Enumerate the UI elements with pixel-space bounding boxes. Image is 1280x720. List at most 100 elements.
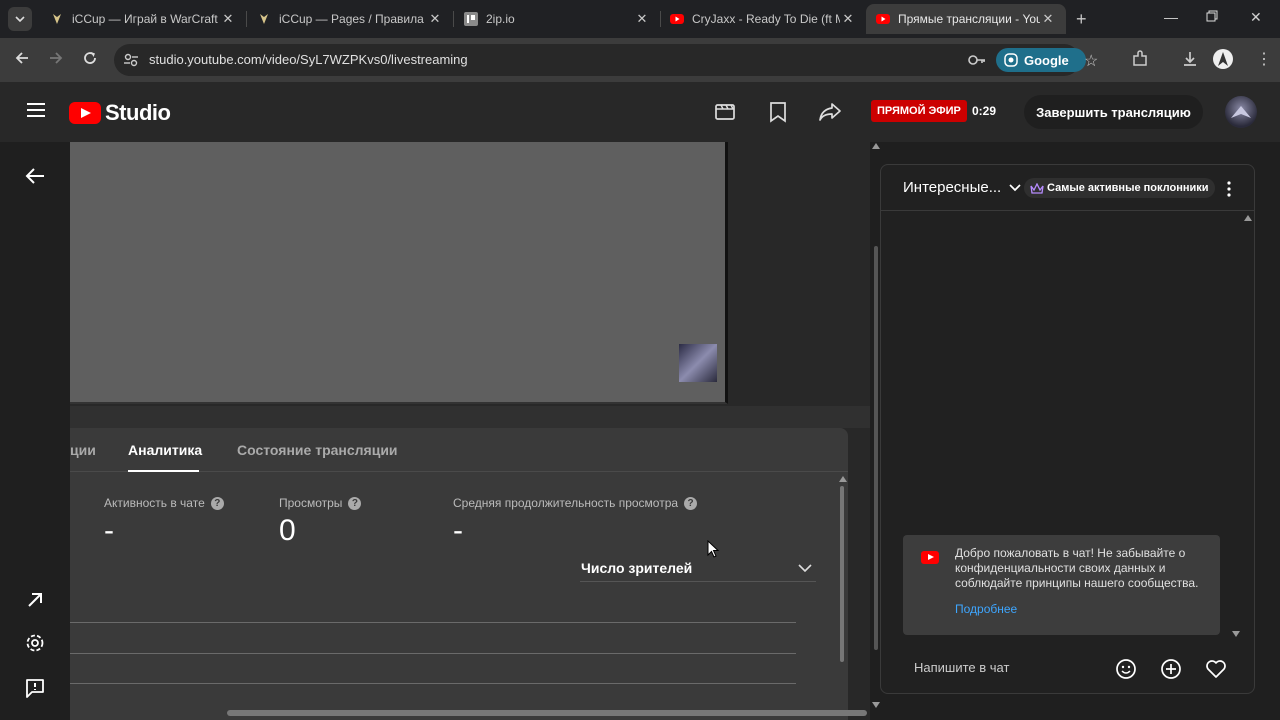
back-arrow-icon[interactable] <box>24 166 46 186</box>
preview-footer <box>70 406 870 428</box>
studio-logo[interactable]: Studio <box>69 100 171 126</box>
youtube-favicon-icon <box>670 14 684 24</box>
new-tab-button[interactable]: + <box>1076 9 1087 30</box>
settings-gear-icon[interactable] <box>24 632 46 654</box>
restore-icon <box>1206 10 1218 22</box>
feedback-icon[interactable] <box>24 677 46 699</box>
viewers-dropdown[interactable]: Число зрителей <box>580 554 816 582</box>
clapperboard-icon[interactable] <box>714 101 736 121</box>
tab-search-button[interactable] <box>8 7 32 31</box>
search-engine-label: Google <box>1024 52 1069 68</box>
panel-scrollbar[interactable] <box>840 486 844 662</box>
live-chat: Интересные... Самые активные поклонники … <box>880 164 1255 694</box>
iccup-favicon-icon <box>260 14 268 24</box>
add-circle-icon[interactable] <box>1160 658 1182 680</box>
chat-input[interactable]: Напишите в чат <box>914 660 1009 675</box>
2ip-favicon-icon <box>464 12 478 26</box>
browser-tab-iccup-2[interactable]: iCCup — Pages / Правила лиги ✕ <box>247 4 453 34</box>
browser-tab-iccup-1[interactable]: iCCup — Играй в WarCraft III ✕ <box>40 4 246 34</box>
main-content: ции Аналитика Состояние трансляции Актив… <box>70 142 870 720</box>
stream-preview[interactable] <box>70 142 728 404</box>
chevron-down-icon <box>798 563 812 572</box>
heart-icon[interactable] <box>1205 658 1227 680</box>
browser-menu-icon[interactable]: ⋮ <box>1256 49 1272 69</box>
profile-icon <box>1218 52 1228 66</box>
chat-scroll-down-arrow[interactable] <box>1232 631 1240 637</box>
tab-title: iCCup — Играй в WarCraft III <box>72 12 220 26</box>
main-scroll-up-arrow[interactable] <box>872 143 880 149</box>
help-icon[interactable]: ? <box>210 496 224 510</box>
browser-tab-cryjaxx[interactable]: CryJaxx - Ready To Die (ft M ✕ <box>660 4 866 34</box>
chevron-down-icon <box>15 16 25 22</box>
tab-settings[interactable]: ции <box>70 442 96 458</box>
restore-button[interactable] <box>1206 9 1218 25</box>
panel-tabs: ции Аналитика Состояние трансляции <box>70 428 848 472</box>
minimize-button[interactable]: — <box>1164 9 1178 25</box>
tab-analytics[interactable]: Аналитика <box>128 442 202 458</box>
close-icon[interactable]: ✕ <box>427 11 443 27</box>
help-icon[interactable]: ? <box>684 496 698 510</box>
live-badge: ПРЯМОЙ ЭФИР <box>871 100 967 122</box>
metric-chat-label: Активность в чате ? <box>104 496 224 510</box>
metric-label: Средняя продолжительность просмотра <box>453 496 679 510</box>
browser-tab-live[interactable]: Прямые трансляции - YouTube ✕ <box>866 4 1066 34</box>
close-icon[interactable]: ✕ <box>1040 11 1056 27</box>
forward-button[interactable] <box>48 50 64 71</box>
arrow-right-icon <box>50 52 63 64</box>
crown-icon <box>1030 182 1044 194</box>
analytics-panel: ции Аналитика Состояние трансляции Актив… <box>70 428 848 720</box>
chat-scroll-up-arrow[interactable] <box>1244 215 1252 221</box>
help-icon[interactable]: ? <box>348 496 362 510</box>
top-fans-badge[interactable]: Самые активные поклонники <box>1024 178 1215 198</box>
chat-mode-label: Интересные... <box>903 179 1002 196</box>
horizontal-scrollbar[interactable] <box>227 710 867 716</box>
fans-badge-label: Самые активные поклонники <box>1047 182 1209 194</box>
bookmark-star-icon[interactable]: ☆ <box>1084 51 1098 71</box>
close-window-button[interactable]: ✕ <box>1250 9 1262 26</box>
youtube-favicon-icon <box>876 14 890 24</box>
google-lens-chip[interactable]: Google <box>996 48 1086 72</box>
reload-button[interactable] <box>82 50 98 71</box>
chat-header: Интересные... Самые активные поклонники <box>881 165 1254 211</box>
chat-mode-selector[interactable]: Интересные... <box>903 179 1021 196</box>
scroll-up-arrow[interactable] <box>839 476 847 482</box>
channel-avatar[interactable] <box>1225 96 1257 128</box>
download-icon[interactable] <box>1181 50 1199 68</box>
pop-out-icon[interactable] <box>24 589 46 611</box>
metric-views-value: 0 <box>279 514 296 547</box>
profile-avatar[interactable] <box>1213 49 1233 69</box>
chevron-down-icon <box>1009 183 1021 191</box>
end-stream-button[interactable]: Завершить трансляцию <box>1024 95 1203 129</box>
more-vert-icon[interactable] <box>1227 181 1231 197</box>
close-icon[interactable]: ✕ <box>840 11 856 27</box>
main-scrollbar[interactable] <box>874 246 878 650</box>
url-text[interactable]: studio.youtube.com/video/SyL7WZPKvs0/liv… <box>149 52 468 67</box>
youtube-logo-icon <box>69 102 101 124</box>
metric-duration-value: - <box>453 514 463 547</box>
close-icon[interactable]: ✕ <box>634 11 650 27</box>
metric-duration-label: Средняя продолжительность просмотра ? <box>453 496 698 510</box>
chart-gridline <box>70 683 796 684</box>
omnibox[interactable]: studio.youtube.com/video/SyL7WZPKvs0/liv… <box>114 44 1098 76</box>
tab-title: CryJaxx - Ready To Die (ft M <box>692 12 840 26</box>
emoji-icon[interactable] <box>1115 658 1137 680</box>
address-toolbar: studio.youtube.com/video/SyL7WZPKvs0/liv… <box>0 38 1280 82</box>
tab-stream-health[interactable]: Состояние трансляции <box>237 442 398 458</box>
browser-tab-2ip[interactable]: 2ip.io ✕ <box>454 4 660 34</box>
channel-watermark <box>679 344 717 382</box>
back-button[interactable] <box>14 50 30 71</box>
arrow-left-icon <box>15 52 28 64</box>
metric-label: Активность в чате <box>104 496 205 510</box>
extensions-icon[interactable] <box>1131 50 1149 68</box>
chat-welcome-message: Добро пожаловать в чат! Не забывайте о к… <box>903 535 1220 635</box>
learn-more-link[interactable]: Подробнее <box>955 602 1017 616</box>
active-tab-indicator <box>128 470 199 472</box>
tab-title: Прямые трансляции - YouTube <box>898 12 1040 26</box>
site-info-icon[interactable] <box>123 52 139 68</box>
key-icon[interactable] <box>968 52 986 68</box>
close-icon[interactable]: ✕ <box>220 11 236 27</box>
share-icon[interactable] <box>818 101 842 123</box>
bookmark-icon[interactable] <box>768 101 788 123</box>
menu-icon[interactable] <box>27 103 45 117</box>
main-scroll-down-arrow[interactable] <box>872 702 880 708</box>
